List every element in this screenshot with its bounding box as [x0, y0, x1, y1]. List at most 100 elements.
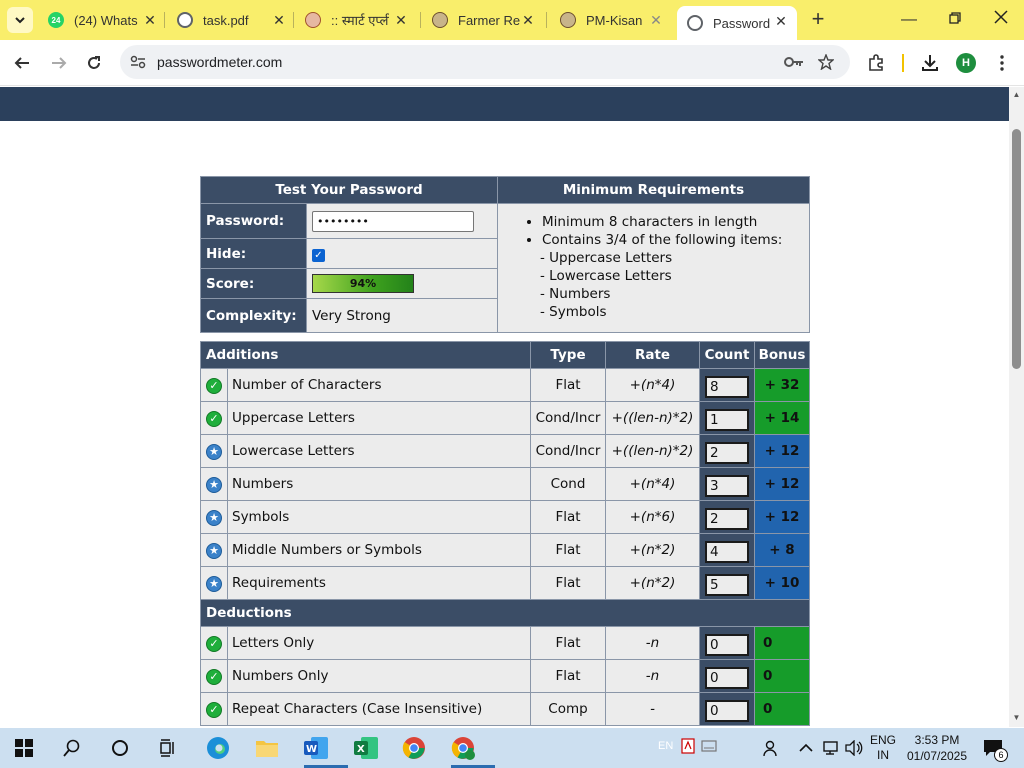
file-explorer-taskbar-icon[interactable] — [253, 734, 281, 762]
row-name: Letters Only — [227, 626, 531, 660]
scroll-up-icon[interactable]: ▲ — [1012, 90, 1021, 99]
site-settings-icon[interactable] — [130, 55, 146, 69]
whatsapp-icon: 24 — [48, 12, 64, 28]
row-type: Flat — [530, 566, 606, 600]
close-icon[interactable]: ✕ — [648, 12, 664, 28]
forward-button[interactable] — [47, 51, 71, 75]
row-name: Uppercase Letters — [227, 401, 531, 435]
requirement-sub: - Numbers — [540, 286, 611, 302]
password-input[interactable]: •••••••• — [312, 210, 474, 232]
people-tray-icon[interactable] — [756, 734, 784, 762]
cortana-button[interactable] — [106, 734, 134, 762]
additions-header-row: Additions Type Rate Count Bonus — [200, 341, 810, 369]
close-icon — [994, 10, 1008, 24]
table-row: ✓ Numbers Only Flat -n 0 0 — [200, 659, 810, 693]
scroll-down-icon[interactable]: ▼ — [1012, 713, 1021, 722]
tab-password-meter[interactable]: Password ✕ — [677, 6, 797, 40]
tab-smart-app[interactable]: :: स्मार्ट एप्ली ✕ — [305, 6, 409, 34]
check-icon: ✓ — [206, 701, 222, 718]
language-indicator[interactable]: ENG IN — [866, 733, 900, 763]
requirements-list: Minimum 8 characters in length Contains … — [497, 203, 810, 333]
tab-search-button[interactable] — [7, 7, 33, 33]
check-icon: ✓ — [206, 635, 222, 652]
star-icon: ★ — [206, 575, 222, 592]
complexity-label: Complexity: — [200, 298, 307, 333]
check-icon: ✓ — [206, 410, 222, 427]
tab-label: (24) Whats — [74, 12, 138, 28]
restore-button[interactable] — [943, 8, 967, 32]
close-icon[interactable]: ✕ — [773, 13, 789, 29]
close-icon[interactable]: ✕ — [271, 12, 287, 28]
table-row: ✓ Repeat Characters (Case Insensitive) Com… — [200, 692, 810, 726]
row-count-cell: 4 — [699, 533, 755, 567]
row-name: Numbers Only — [227, 659, 531, 693]
reload-button[interactable] — [82, 51, 106, 75]
row-count-cell: 0 — [699, 659, 755, 693]
close-window-button[interactable] — [989, 8, 1013, 32]
task-view-button[interactable] — [154, 734, 182, 762]
start-button[interactable] — [10, 734, 38, 762]
address-bar[interactable]: passwordmeter.com — [120, 45, 850, 79]
speaker-icon — [845, 740, 863, 756]
status-cell: ★ — [200, 467, 228, 501]
svg-text:X: X — [357, 744, 365, 755]
excel-icon: X — [354, 737, 378, 759]
page-scrollbar[interactable]: ▲ ▼ — [1009, 87, 1024, 727]
scrollbar-thumb[interactable] — [1012, 129, 1021, 369]
chrome-profile-taskbar-icon[interactable] — [449, 734, 495, 768]
close-icon[interactable]: ✕ — [142, 12, 158, 28]
new-tab-button[interactable]: + — [808, 8, 828, 30]
hide-checkbox[interactable]: ✓ — [312, 248, 325, 262]
volume-tray-icon[interactable] — [840, 734, 868, 762]
hide-label: Hide: — [200, 238, 307, 269]
complexity-value: Very Strong — [306, 298, 498, 333]
key-icon[interactable] — [784, 56, 804, 68]
tab-whatsapp[interactable]: 24 (24) Whats ✕ — [48, 6, 158, 34]
word-taskbar-icon[interactable]: W — [302, 734, 348, 768]
clock[interactable]: 3:53 PM 01/07/2025 — [902, 732, 972, 764]
row-count-cell: 8 — [699, 368, 755, 402]
reload-icon — [88, 56, 100, 69]
tab-task-pdf[interactable]: task.pdf ✕ — [177, 6, 287, 34]
notification-count: 6 — [994, 748, 1008, 762]
people-icon — [763, 740, 777, 757]
site-header-bar — [0, 87, 1009, 121]
row-bonus: + 32 — [754, 368, 810, 402]
back-button[interactable] — [10, 51, 34, 75]
close-icon[interactable]: ✕ — [520, 12, 536, 28]
search-button[interactable] — [58, 734, 86, 762]
star-icon[interactable] — [818, 54, 834, 70]
table-row: ★ Lowercase Letters Cond/Incr +((len-n)*2) 2… — [200, 434, 810, 468]
row-bonus: 0 — [754, 659, 810, 693]
row-bonus: 0 — [754, 626, 810, 660]
row-type: Flat — [530, 659, 606, 693]
row-count: 0 — [705, 667, 749, 689]
folder-icon — [256, 741, 278, 757]
ime-hint: EN — [658, 740, 674, 752]
row-rate: -n — [605, 626, 700, 660]
edge-icon — [207, 737, 229, 759]
edge-taskbar-icon[interactable] — [204, 734, 232, 762]
profile-avatar[interactable]: H — [956, 53, 976, 73]
tab-pm-kisan[interactable]: PM-Kisan ✕ — [560, 6, 664, 34]
excel-taskbar-icon[interactable]: X — [352, 734, 380, 762]
minimize-button[interactable]: — — [897, 8, 921, 32]
pdf-tray-icon[interactable] — [680, 736, 696, 756]
close-icon[interactable]: ✕ — [393, 12, 409, 28]
score-cell: 94% — [306, 268, 498, 299]
chrome-taskbar-icon[interactable] — [400, 734, 428, 762]
row-type: Comp — [530, 692, 606, 726]
action-center-button[interactable]: 6 — [980, 734, 1008, 762]
menu-button[interactable] — [990, 51, 1014, 75]
extensions-button[interactable] — [864, 51, 888, 75]
password-summary-table: Test Your Password Minimum Requirements … — [200, 176, 810, 333]
row-name: Repeat Characters (Case Insensitive) — [227, 692, 531, 726]
downloads-button[interactable] — [918, 51, 942, 75]
row-count-cell: 2 — [699, 500, 755, 534]
status-cell: ✓ — [200, 401, 228, 435]
row-count-cell: 1 — [699, 401, 755, 435]
emblem-icon — [560, 12, 576, 28]
keyboard-tray-icon[interactable] — [700, 736, 718, 756]
tab-farmer-registry[interactable]: Farmer Re ✕ — [432, 6, 536, 34]
row-bonus: + 12 — [754, 467, 810, 501]
